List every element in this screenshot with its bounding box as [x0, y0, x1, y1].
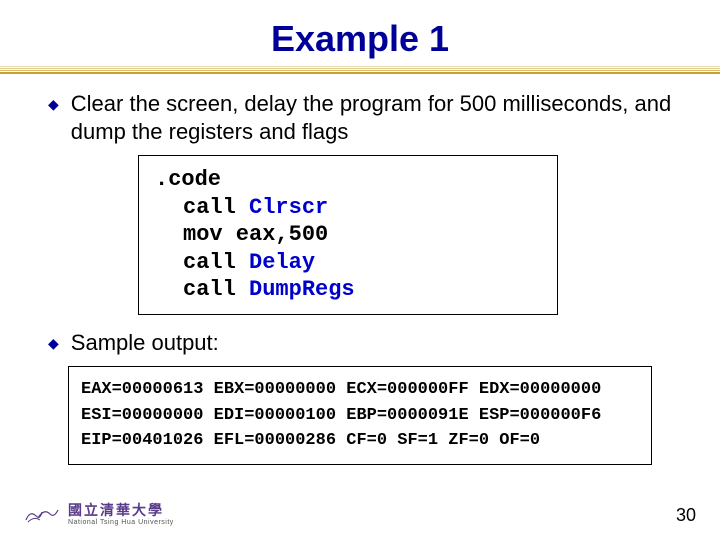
- code-call-name: DumpRegs: [249, 277, 355, 302]
- output-line: EIP=00401026 EFL=00000286 CF=0 SF=1 ZF=0…: [81, 431, 540, 450]
- code-call-name: Clrscr: [249, 195, 328, 220]
- code-line: call: [183, 277, 249, 302]
- output-block: EAX=00000613 EBX=00000000 ECX=000000FF E…: [68, 366, 652, 465]
- university-name-cn: 國立清華大學: [68, 503, 174, 517]
- output-line: ESI=00000000 EDI=00000100 EBP=0000091E E…: [81, 406, 601, 425]
- code-line: call: [183, 250, 249, 275]
- bullet-item: ◆ Sample output:: [48, 329, 672, 357]
- slide-title: Example 1: [0, 0, 720, 66]
- logo-icon: [24, 502, 60, 526]
- diamond-bullet-icon: ◆: [48, 96, 59, 113]
- code-line: .code: [155, 167, 221, 192]
- title-rule: [0, 66, 720, 74]
- bullet-text: Clear the screen, delay the program for …: [71, 90, 672, 145]
- code-block: .code call Clrscr mov eax,500 call Delay…: [138, 155, 558, 315]
- bullet-text: Sample output:: [71, 329, 219, 357]
- diamond-bullet-icon: ◆: [48, 335, 59, 352]
- code-line: call: [183, 195, 249, 220]
- code-line: mov eax,500: [183, 222, 328, 247]
- slide-footer: 國立清華大學 National Tsing Hua University 30: [24, 502, 696, 526]
- code-call-name: Delay: [249, 250, 315, 275]
- slide-body: ◆ Clear the screen, delay the program fo…: [0, 74, 720, 465]
- output-line: EAX=00000613 EBX=00000000 ECX=000000FF E…: [81, 380, 601, 399]
- page-number: 30: [676, 505, 696, 526]
- university-logo: 國立清華大學 National Tsing Hua University: [24, 502, 174, 526]
- university-name-en: National Tsing Hua University: [68, 519, 174, 526]
- bullet-item: ◆ Clear the screen, delay the program fo…: [48, 90, 672, 145]
